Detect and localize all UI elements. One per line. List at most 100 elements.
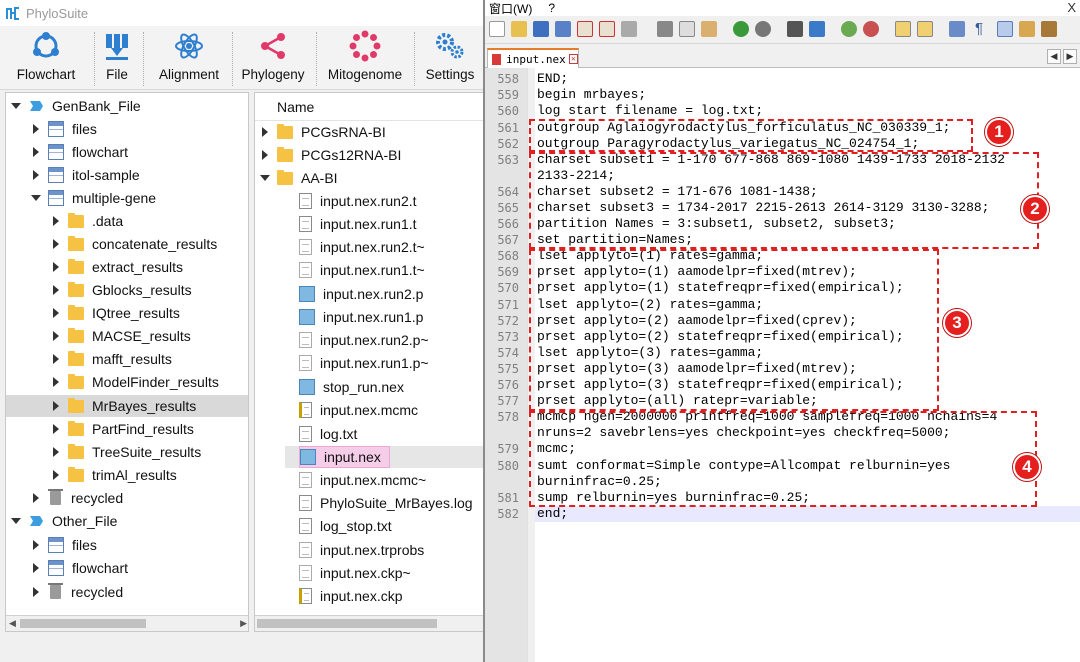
- tab-scroll-right-icon[interactable]: ▶: [1063, 49, 1077, 64]
- file-row[interactable]: stop_run.nex: [299, 376, 404, 398]
- file-row[interactable]: input.nex.ckp~: [299, 562, 411, 584]
- menu-window[interactable]: 窗口(W): [489, 0, 532, 17]
- chevron-right-icon[interactable]: [50, 353, 62, 365]
- menu-help[interactable]: ?: [548, 1, 555, 15]
- mitogenome-button[interactable]: Mitogenome: [323, 30, 407, 88]
- zoom-in-icon[interactable]: [841, 21, 857, 37]
- file-row-selected[interactable]: input.nex: [299, 446, 390, 468]
- file-row[interactable]: input.nex.run1.p~: [299, 352, 429, 374]
- file-row[interactable]: log_stop.txt: [299, 515, 392, 537]
- open-folder-icon[interactable]: [511, 21, 527, 37]
- chevron-right-icon[interactable]: [50, 261, 62, 273]
- file-row-aa-bi[interactable]: AA-BI: [259, 167, 338, 189]
- settings-button[interactable]: Settings: [422, 30, 478, 88]
- tree-item-flowchart[interactable]: flowchart: [30, 557, 128, 579]
- chevron-right-icon[interactable]: [50, 469, 62, 481]
- phylogeny-button[interactable]: Phylogeny: [240, 30, 306, 88]
- cut-icon[interactable]: [657, 21, 673, 37]
- tree-item-iqtree-results[interactable]: IQtree_results: [50, 302, 180, 324]
- chevron-down-icon[interactable]: [10, 100, 22, 112]
- zoom-out-icon[interactable]: [863, 21, 879, 37]
- document-map-icon[interactable]: [1041, 21, 1057, 37]
- replace-icon[interactable]: [809, 21, 825, 37]
- chevron-right-icon[interactable]: [50, 376, 62, 388]
- find-icon[interactable]: [787, 21, 803, 37]
- file-row[interactable]: input.nex.run2.p~: [299, 329, 429, 351]
- chevron-right-icon[interactable]: [30, 146, 42, 158]
- user-language-icon[interactable]: [1019, 21, 1035, 37]
- column-header-name[interactable]: Name: [255, 93, 484, 121]
- indent-guide-icon[interactable]: [997, 21, 1013, 37]
- chevron-right-icon[interactable]: [50, 238, 62, 250]
- close-file-icon[interactable]: [577, 21, 593, 37]
- file-row[interactable]: input.nex.trprobs: [299, 539, 424, 561]
- chevron-right-icon[interactable]: [50, 446, 62, 458]
- file-row[interactable]: input.nex.run2.t~: [299, 236, 425, 258]
- code-line[interactable]: END;: [537, 71, 568, 87]
- redo-icon[interactable]: [755, 21, 771, 37]
- print-icon[interactable]: [621, 21, 637, 37]
- tree-item-other-file[interactable]: Other_File: [10, 510, 117, 532]
- file-row[interactable]: input.nex.run2.t: [299, 190, 417, 212]
- tree-item-partfind-results[interactable]: PartFind_results: [50, 418, 194, 440]
- file-row[interactable]: input.nex.mcmc: [299, 399, 418, 421]
- file-row[interactable]: input.nex.run1.t: [299, 213, 417, 235]
- save-all-icon[interactable]: [555, 21, 571, 37]
- chevron-right-icon[interactable]: [259, 126, 271, 138]
- tree-item-mafft-results[interactable]: mafft_results: [50, 348, 172, 370]
- tree-item-macse-results[interactable]: MACSE_results: [50, 325, 191, 347]
- new-file-icon[interactable]: [489, 21, 505, 37]
- file-row[interactable]: input.nex.run1.p: [299, 306, 423, 328]
- close-tab-icon[interactable]: ✕: [568, 54, 578, 64]
- close-all-icon[interactable]: [599, 21, 615, 37]
- chevron-right-icon[interactable]: [30, 123, 42, 135]
- chevron-right-icon[interactable]: [30, 492, 42, 504]
- tree-item-modelfinder-results[interactable]: ModelFinder_results: [50, 371, 219, 393]
- chevron-right-icon[interactable]: [50, 423, 62, 435]
- chevron-right-icon[interactable]: [50, 284, 62, 296]
- chevron-right-icon[interactable]: [50, 400, 62, 412]
- chevron-right-icon[interactable]: [259, 149, 271, 161]
- copy-icon[interactable]: [679, 21, 695, 37]
- tree-horizontal-scrollbar[interactable]: ◀ ▶: [6, 615, 248, 631]
- tree-item-gblocks-results[interactable]: Gblocks_results: [50, 279, 192, 301]
- tree-item-recycled[interactable]: recycled: [30, 487, 123, 509]
- chevron-right-icon[interactable]: [30, 586, 42, 598]
- file-row[interactable]: input.nex.run2.p: [299, 283, 423, 305]
- chevron-right-icon[interactable]: [50, 215, 62, 227]
- chevron-right-icon[interactable]: [30, 539, 42, 551]
- tree-item-multiple-gene[interactable]: multiple-gene: [30, 187, 156, 209]
- chevron-down-icon[interactable]: [10, 515, 22, 527]
- scroll-right-icon[interactable]: ▶: [240, 618, 247, 629]
- flowchart-button[interactable]: Flowchart: [16, 30, 76, 88]
- show-all-characters-icon[interactable]: ¶: [971, 21, 987, 37]
- tree-item-files[interactable]: files: [30, 534, 97, 556]
- code-line[interactable]: log start filename = log.txt;: [537, 103, 763, 119]
- chevron-down-icon[interactable]: [259, 172, 271, 184]
- tree-item-mrbayes-results[interactable]: MrBayes_results: [50, 395, 196, 417]
- tab-input-nex[interactable]: input.nex ✕: [487, 48, 579, 68]
- tab-scroll-left-icon[interactable]: ◀: [1047, 49, 1061, 64]
- alignment-button[interactable]: Alignment: [156, 30, 222, 88]
- file-row[interactable]: input.nex.mcmc~: [299, 469, 426, 491]
- tree-item-flowchart[interactable]: flowchart: [30, 141, 128, 163]
- file-row[interactable]: PhyloSuite_MrBayes.log: [299, 492, 473, 514]
- chevron-right-icon[interactable]: [50, 330, 62, 342]
- tree-item-recycled[interactable]: recycled: [30, 581, 123, 603]
- file-row[interactable]: log.txt: [299, 423, 357, 445]
- tree-item-itol-sample[interactable]: itol-sample: [30, 164, 140, 186]
- chevron-down-icon[interactable]: [30, 192, 42, 204]
- scroll-thumb[interactable]: [257, 619, 437, 628]
- tree-item-files[interactable]: files: [30, 118, 97, 140]
- tree-item-trimal-results[interactable]: trimAl_results: [50, 464, 177, 486]
- scroll-left-icon[interactable]: ◀: [9, 618, 16, 629]
- file-button[interactable]: File: [100, 30, 134, 88]
- file-row-pcgs12rna-bi[interactable]: PCGs12RNA-BI: [259, 144, 401, 166]
- save-icon[interactable]: [533, 21, 549, 37]
- tree-item-data[interactable]: .data: [50, 210, 123, 232]
- tree-item-concatenate-results[interactable]: concatenate_results: [50, 233, 217, 255]
- tree-item-genbank-file[interactable]: GenBank_File: [10, 95, 141, 117]
- word-wrap-icon[interactable]: [949, 21, 965, 37]
- chevron-right-icon[interactable]: [30, 169, 42, 181]
- tree-item-treesuite-results[interactable]: TreeSuite_results: [50, 441, 201, 463]
